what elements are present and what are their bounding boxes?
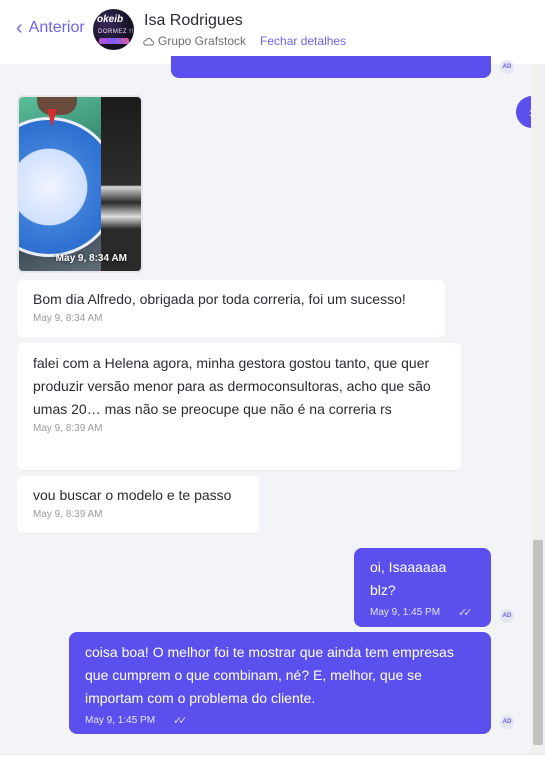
message-timestamp: May 9, 8:34 AM <box>55 253 127 264</box>
message-meta: May 9, 1:45 PM ✓✓ <box>85 714 475 727</box>
chevron-left-icon: ‹ <box>16 17 23 39</box>
message-text: oi, Isaaaaaa blz? <box>370 559 447 598</box>
group-name: Grupo Grafstock <box>158 34 247 48</box>
message-timestamp: May 9, 8:34 AM <box>33 313 103 324</box>
double-check-icon: ✓✓ <box>173 715 188 727</box>
message-timestamp: May 9, 8:39 AM <box>33 423 103 434</box>
avatar-logo-text: okeib <box>97 14 124 25</box>
contact-subtitle: Grupo Grafstock Fechar detalhes <box>143 34 346 48</box>
message-text: coisa boa! O melhor foi te mostrar que a… <box>85 644 454 706</box>
cloud-icon <box>143 37 154 45</box>
message-timestamp: May 9, 1:45 PM <box>85 715 156 726</box>
message-text: Bom dia Alfredo, obrigada por toda corre… <box>33 291 406 307</box>
back-label: Anterior <box>28 19 85 36</box>
photo-person-head <box>37 97 77 115</box>
sender-avatar: AD <box>500 60 514 74</box>
avatar-logo-subtext: DORMEZ !! <box>98 29 134 35</box>
message-text: falei com a Helena agora, minha gestora … <box>33 355 431 417</box>
outgoing-message: coisa boa! O melhor foi te mostrar que a… <box>69 632 491 734</box>
sender-avatar: AD <box>500 715 514 729</box>
photo-wheel-pointer <box>47 109 57 127</box>
incoming-message: vou buscar o modelo e te passo May 9, 8:… <box>17 476 259 533</box>
back-button[interactable]: ‹ Anterior <box>16 17 85 39</box>
incoming-message: falei com a Helena agora, minha gestora … <box>17 343 461 470</box>
outgoing-message: oi, Isaaaaaa blz? May 9, 1:45 PM ✓✓ <box>354 548 491 627</box>
avatar-logo-graphic <box>99 38 129 44</box>
contact-name: Isa Rodrigues <box>144 12 243 29</box>
incoming-message: Bom dia Alfredo, obrigada por toda corre… <box>17 280 445 338</box>
scrollbar-thumb[interactable] <box>533 540 543 745</box>
double-check-icon: ✓✓ <box>458 607 473 619</box>
avatar[interactable]: okeib DORMEZ !! <box>93 9 134 50</box>
message-meta: May 9, 1:45 PM ✓✓ <box>370 606 475 619</box>
bottom-bar <box>0 754 545 772</box>
message-text: vou buscar o modelo e te passo <box>33 487 232 503</box>
photo-person <box>101 97 141 271</box>
sender-avatar: AD <box>500 609 514 623</box>
close-details-link[interactable]: Fechar detalhes <box>260 34 346 48</box>
message-timestamp: May 9, 8:39 AM <box>33 509 103 520</box>
chat-header: ‹ Anterior okeib DORMEZ !! Isa Rodrigues… <box>0 0 545 64</box>
image-message[interactable]: May 9, 8:34 AM <box>17 95 143 273</box>
message-timestamp: May 9, 1:45 PM <box>370 607 441 618</box>
previous-outgoing-message <box>171 56 491 78</box>
